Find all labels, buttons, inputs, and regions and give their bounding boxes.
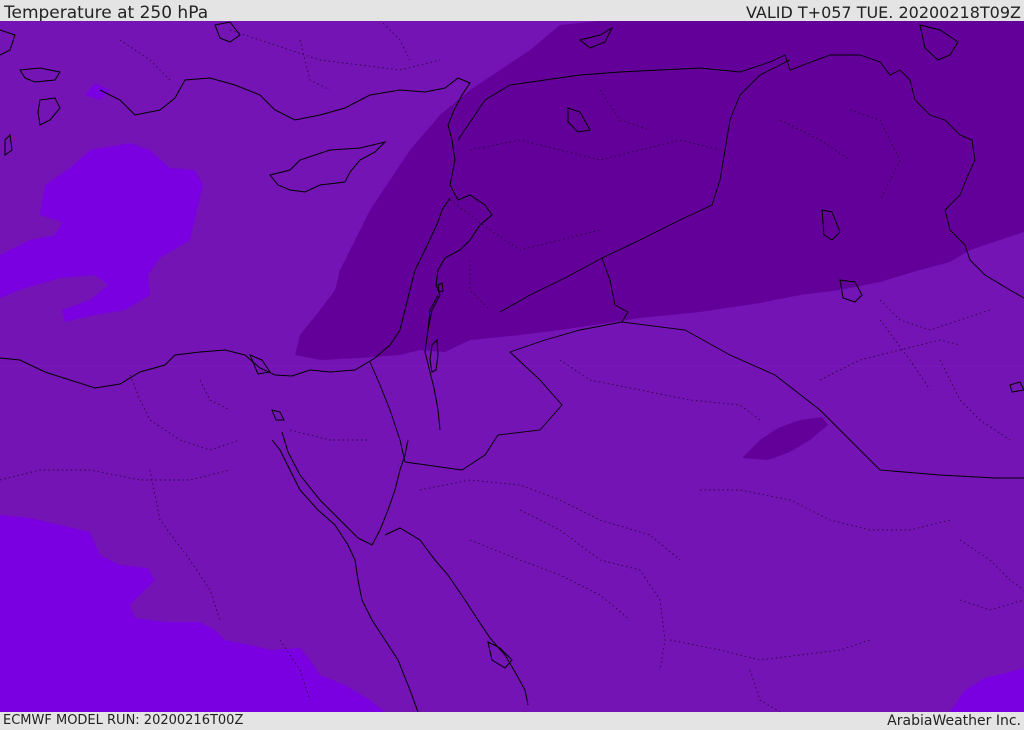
map-canvas xyxy=(0,21,1024,712)
header-bar: Temperature at 250 hPa VALID T+057 TUE. … xyxy=(0,0,1024,23)
credit-label: ArabiaWeather Inc. xyxy=(887,713,1021,729)
footer-bar: ECMWF MODEL RUN: 20200216T00Z ArabiaWeat… xyxy=(0,712,1024,729)
map-title: Temperature at 250 hPa xyxy=(4,3,209,23)
valid-time: VALID T+057 TUE. 20200218T09Z xyxy=(745,3,1021,22)
temperature-map xyxy=(0,21,1024,712)
model-run-label: ECMWF MODEL RUN: 20200216T00Z xyxy=(3,713,244,728)
